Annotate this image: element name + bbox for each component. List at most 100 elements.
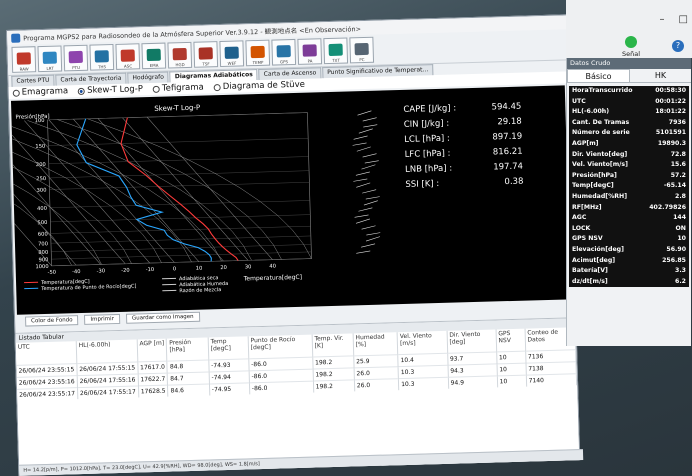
wind-barb	[366, 232, 381, 236]
signal-label: Señal	[622, 50, 641, 58]
raw-data-label: HL(-6.00h)	[572, 108, 610, 116]
app-logo-icon	[11, 33, 21, 43]
raw-data-label: Cant. De Tramas	[572, 118, 630, 126]
pressure-tick: 600	[38, 232, 48, 238]
wind-barb	[355, 218, 371, 224]
toolbar-button-asc[interactable]: ASC	[115, 43, 141, 70]
diagram-radio-3[interactable]: Diagrama de Stüve	[213, 79, 306, 93]
raw-data-row: dz/dt[m/s] 6.2	[569, 277, 689, 288]
tab-0[interactable]: Cartes PTU	[11, 74, 55, 87]
toolbar-button-tsf[interactable]: TSF	[193, 41, 219, 68]
wind-barb	[364, 160, 379, 164]
plot-button-1[interactable]: Imprimir	[84, 313, 121, 325]
table-cell: 84.6	[167, 383, 210, 397]
raw-data-label: Acimut[deg]	[572, 256, 616, 264]
column-header[interactable]: UTC	[15, 341, 77, 366]
index-value: 29.18	[497, 117, 522, 128]
isotherm-line	[48, 119, 175, 263]
raw-data-row: UTC 00:01:22	[569, 97, 689, 108]
raw-data-value: 56.90	[666, 245, 686, 253]
raw-data-label: dz/dt[m/s]	[572, 277, 608, 285]
column-header[interactable]: Humedad [%]	[352, 332, 398, 356]
raw-data-tabs: Básico HK	[567, 69, 691, 83]
diagram-radio-1[interactable]: Skew-T Log-P	[78, 84, 143, 96]
column-header[interactable]: AGP [m]	[136, 338, 168, 362]
diagram-radio-0[interactable]: Emagrama	[12, 86, 68, 98]
maximize-icon[interactable]: □	[679, 14, 688, 25]
wind-barb	[358, 207, 373, 212]
raw-data-row: Elevación[deg] 56.90	[569, 245, 689, 256]
toolbar-button-wef[interactable]: WEF	[219, 40, 245, 68]
diagram-radio-label: Diagrama de Stüve	[222, 79, 306, 92]
toolbar-button-temp[interactable]: TEMP	[245, 39, 271, 67]
column-header[interactable]: Punto de Rocío [degC]	[247, 334, 313, 359]
toolbar-button-label: PA	[307, 58, 313, 64]
toolbar-button-ptu[interactable]: PTU	[63, 44, 89, 72]
wind-barb	[356, 146, 371, 152]
raw-data-row: Acimut[deg] 256.85	[569, 256, 689, 267]
index-value: 897.19	[492, 132, 522, 143]
raw-data-label: Vel. Viento[m/s]	[572, 161, 628, 169]
tab-1[interactable]: Carta de Trayectoria	[55, 72, 127, 86]
pressure-tick: 250	[36, 176, 46, 182]
raw-data-label: RF[MHz]	[572, 203, 602, 211]
temp-tick: -30	[97, 268, 106, 274]
toolbar-button-pc[interactable]: PC	[349, 36, 375, 64]
column-header[interactable]: Temp. Vir. [K]	[311, 333, 354, 358]
tab-2[interactable]: Hodógrafo	[127, 71, 170, 84]
skewt-chart: Skew-T Log-P Presión[hPa] Temperatura[degC…	[0, 102, 524, 294]
radio-circle-icon	[78, 87, 86, 95]
column-header[interactable]: Presión [hPa]	[166, 337, 209, 362]
wind-barb	[358, 128, 373, 134]
toolbar-button-lrt[interactable]: LRT	[37, 45, 63, 73]
wind-barb	[362, 117, 377, 122]
raw-tab-1[interactable]: HK	[630, 69, 691, 82]
index-value: 197.74	[493, 162, 523, 173]
raw-data-value: 10	[677, 235, 686, 243]
tsf-icon	[198, 47, 213, 60]
temp-icon	[250, 45, 265, 59]
minimize-icon[interactable]: –	[660, 14, 665, 25]
plot-button-2[interactable]: Guardar como Imagen	[125, 311, 200, 324]
index-label: LCL [hPa] :	[404, 134, 450, 145]
toolbar-button-ema[interactable]: EMA	[141, 42, 167, 70]
temp-tick: -20	[121, 268, 130, 274]
toolbar-button-label: TEMP	[252, 59, 264, 66]
wind-barb	[355, 171, 370, 176]
raw-data-value: 15.6	[670, 161, 686, 169]
toolbar-button-raw[interactable]: RAW	[11, 46, 37, 73]
raw-data-label: Temp[degC]	[572, 182, 614, 190]
raw-data-value: -65.14	[663, 182, 686, 190]
isobar-line	[50, 225, 311, 234]
plot-button-0[interactable]: Color de Fondo	[25, 315, 79, 327]
toolbar-button-label: THS	[97, 64, 107, 70]
raw-data-row: Temp[degC] -65.14	[569, 181, 689, 192]
toolbar-button-hgd[interactable]: HGD	[167, 41, 193, 69]
raw-data-label: Presión[hPa]	[572, 171, 617, 179]
wind-barb	[362, 153, 377, 158]
column-header[interactable]: Vel. Viento [m/s]	[397, 330, 448, 355]
raw-data-value: 18:01:22	[655, 108, 686, 116]
diagram-radio-label: Tefigrama	[161, 82, 204, 94]
lrt-icon	[42, 51, 57, 64]
column-header[interactable]: GPS NSV	[495, 328, 526, 352]
index-label: CAPE [J/kg] :	[403, 103, 456, 114]
table-cell: 10	[496, 363, 526, 376]
tab-4[interactable]: Carta de Ascenso	[258, 67, 322, 80]
wind-barb	[362, 189, 377, 194]
raw-tab-0[interactable]: Básico	[567, 69, 630, 82]
help-icon[interactable]: ?	[672, 40, 684, 52]
column-header[interactable]: Dir. Viento [deg]	[446, 329, 497, 354]
toolbar-button-pa[interactable]: PA	[297, 38, 323, 65]
toolbar-button-txt[interactable]: TXT	[323, 37, 349, 65]
toolbar-button-ths[interactable]: THS	[89, 44, 115, 71]
skewt-plot-area: Skew-T Log-P Presión[hPa] Temperatura[degC…	[0, 85, 571, 315]
diagram-radio-2[interactable]: Tefigrama	[152, 82, 204, 94]
isobar-line	[50, 214, 311, 223]
column-header[interactable]: HL(-6.00h)	[76, 339, 138, 364]
toolbar-button-gps[interactable]: GPS	[271, 38, 297, 66]
raw-data-value: 7936	[668, 118, 686, 126]
raw-data-label: UTC	[572, 97, 586, 105]
column-header[interactable]: Temp [degC]	[207, 336, 249, 360]
isobar-line	[49, 182, 310, 190]
